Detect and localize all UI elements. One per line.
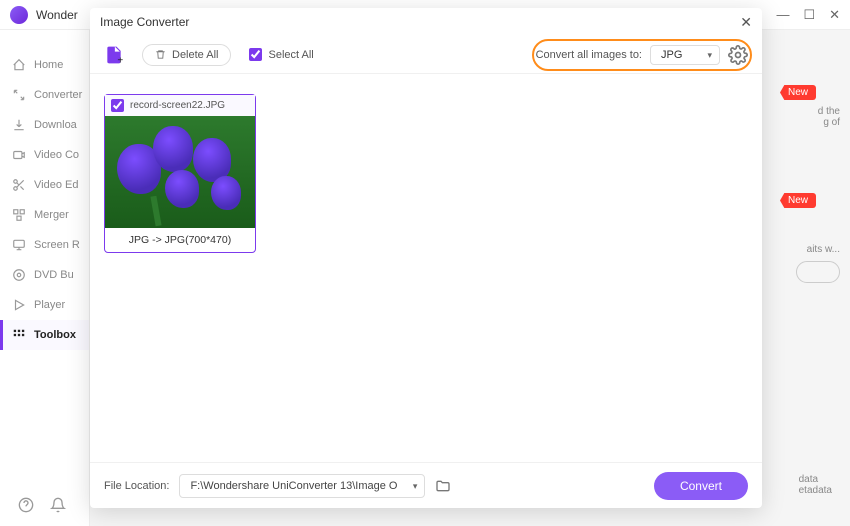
sidebar: Home Converter Downloa Video Co Video Ed… [0,30,90,526]
app-name: Wonder [36,8,78,22]
delete-all-label: Delete All [172,49,218,61]
background-peek: data etadata [799,474,832,496]
sidebar-item-screen-recorder[interactable]: Screen R [0,230,89,260]
bg-text: aits w... [780,244,840,255]
screen-icon [12,238,26,252]
convert-button[interactable]: Convert [654,472,748,500]
disc-icon [12,268,26,282]
sidebar-item-label: Screen R [34,239,80,251]
grid-icon [12,328,26,342]
image-converter-dialog: Image Converter ✕ + Delete All Select Al… [90,8,762,508]
select-all-input[interactable] [249,48,262,61]
add-file-icon[interactable]: + [104,45,124,65]
minimize-button[interactable]: — [776,7,789,23]
file-thumbnail [105,116,255,228]
dialog-footer: File Location: ▾ Convert [90,462,762,508]
dialog-toolbar: + Delete All Select All Convert all imag… [90,36,762,74]
sidebar-item-player[interactable]: Player [0,290,89,320]
sidebar-item-merger[interactable]: Merger [0,200,89,230]
merger-icon [12,208,26,222]
window-controls: — ☐ ✕ [776,7,840,23]
dialog-header: Image Converter ✕ [90,8,762,36]
delete-all-button[interactable]: Delete All [142,44,231,66]
play-icon [12,298,26,312]
sidebar-item-label: Player [34,299,65,311]
sidebar-item-label: Toolbox [34,329,76,341]
scissors-icon [12,178,26,192]
sidebar-item-label: Home [34,59,63,71]
file-grid: record-screen22.JPG JPG -> JPG(700*470) [90,74,762,462]
sidebar-item-downloader[interactable]: Downloa [0,110,89,140]
help-icon[interactable] [18,497,34,518]
peek-text: data [799,474,832,485]
sidebar-item-video-editor[interactable]: Video Ed [0,170,89,200]
sidebar-item-dvd-burner[interactable]: DVD Bu [0,260,89,290]
download-icon [12,118,26,132]
format-select[interactable] [650,45,720,65]
file-card-header: record-screen22.JPG [105,95,255,116]
sidebar-item-converter[interactable]: Converter [0,80,89,110]
home-icon [12,58,26,72]
file-conversion-label: JPG -> JPG(700*470) [105,228,255,252]
dialog-close-button[interactable]: ✕ [740,14,752,31]
select-all-label: Select All [268,49,313,61]
file-card[interactable]: record-screen22.JPG JPG -> JPG(700*470) [104,94,256,253]
bell-icon[interactable] [50,497,66,518]
close-window-button[interactable]: ✕ [829,7,840,23]
sidebar-item-label: Merger [34,209,69,221]
sidebar-item-video-compressor[interactable]: Video Co [0,140,89,170]
settings-icon[interactable] [728,45,748,65]
sidebar-item-label: Converter [34,89,82,101]
file-location-input[interactable] [179,474,425,498]
new-badge: New [780,193,816,208]
select-all-checkbox[interactable]: Select All [249,48,313,61]
app-logo [10,6,28,24]
peek-text: etadata [799,485,832,496]
open-folder-icon[interactable] [435,478,451,494]
file-name: record-screen22.JPG [130,100,225,111]
trash-icon [155,49,166,60]
new-badge: New [780,85,816,100]
background-panel: New aits w... [780,190,840,283]
sidebar-item-label: DVD Bu [34,269,74,281]
sidebar-item-home[interactable]: Home [0,50,89,80]
convert-to-label: Convert all images to: [536,49,642,61]
sidebar-item-label: Video Ed [34,179,78,191]
bg-text: g of [780,117,840,128]
sidebar-item-label: Downloa [34,119,77,131]
dialog-title: Image Converter [100,15,189,29]
sidebar-item-label: Video Co [34,149,79,161]
bg-pill [796,261,840,283]
svg-text:+: + [117,55,123,65]
file-location-label: File Location: [104,480,169,492]
file-checkbox[interactable] [111,99,124,112]
background-panel: New d the g of [780,82,840,128]
convert-target-group: Convert all images to: ▾ [536,45,748,65]
bg-text: d the [780,106,840,117]
sidebar-bottom [0,497,89,518]
converter-icon [12,88,26,102]
video-icon [12,148,26,162]
sidebar-item-toolbox[interactable]: Toolbox [0,320,89,350]
maximize-button[interactable]: ☐ [803,7,815,23]
